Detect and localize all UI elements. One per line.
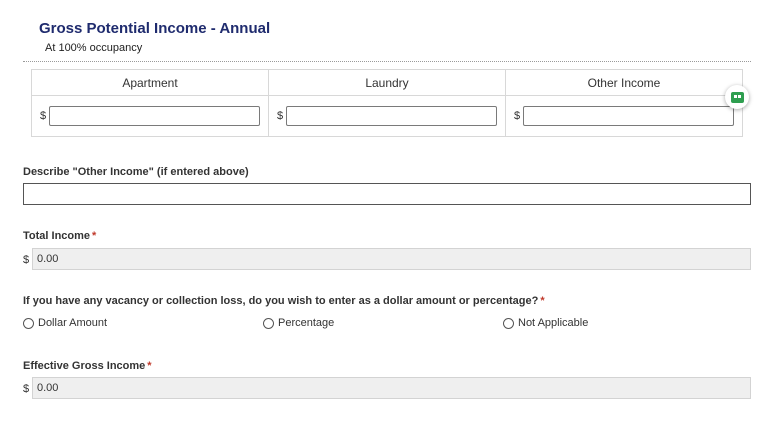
currency-prefix: $ xyxy=(514,110,521,122)
other-income-description-input[interactable] xyxy=(23,183,751,205)
assistant-button[interactable] xyxy=(725,85,749,109)
laundry-cell: $ xyxy=(268,95,506,137)
apartment-income-input[interactable] xyxy=(49,106,260,126)
radio-percentage[interactable]: Percentage xyxy=(263,317,334,329)
currency-prefix: $ xyxy=(277,110,284,122)
other-income-input[interactable] xyxy=(523,106,734,126)
currency-prefix: $ xyxy=(40,110,47,122)
required-mark: * xyxy=(147,360,152,372)
column-header-laundry: Laundry xyxy=(268,69,506,96)
radio-button-icon[interactable] xyxy=(503,317,514,329)
other-income-cell: $ xyxy=(505,95,743,137)
radio-label: Not Applicable xyxy=(518,317,589,329)
apartment-cell: $ xyxy=(31,95,269,137)
total-income-label: Total Income * xyxy=(23,230,96,242)
currency-prefix: $ xyxy=(23,383,30,395)
radio-dollar-amount[interactable]: Dollar Amount xyxy=(23,317,107,329)
other-income-description-label: Describe "Other Income" (if entered abov… xyxy=(23,166,249,178)
effective-gross-income-field: 0.00 xyxy=(32,377,751,399)
radio-label: Dollar Amount xyxy=(38,317,108,329)
assistant-icon xyxy=(730,91,744,103)
radio-label: Percentage xyxy=(278,317,335,329)
required-mark: * xyxy=(92,230,97,242)
required-mark: * xyxy=(540,295,545,307)
total-income-field: 0.00 xyxy=(32,248,751,270)
total-income-label-text: Total Income xyxy=(23,230,91,242)
column-header-other-income: Other Income xyxy=(505,69,743,96)
column-header-apartment: Apartment xyxy=(31,69,269,96)
vacancy-question-label: If you have any vacancy or collection lo… xyxy=(23,295,545,307)
income-table: Apartment Laundry Other Income $ $ $ xyxy=(31,69,743,137)
effective-gross-income-label: Effective Gross Income * xyxy=(23,360,152,372)
radio-button-icon[interactable] xyxy=(23,317,34,329)
section-divider xyxy=(23,61,751,62)
section-subtitle: At 100% occupancy xyxy=(45,42,143,54)
vacancy-question-text: If you have any vacancy or collection lo… xyxy=(23,295,539,307)
effective-gross-income-label-text: Effective Gross Income xyxy=(23,360,146,372)
section-title: Gross Potential Income - Annual xyxy=(39,20,271,37)
laundry-income-input[interactable] xyxy=(286,106,497,126)
radio-button-icon[interactable] xyxy=(263,317,274,329)
currency-prefix: $ xyxy=(23,254,30,266)
radio-not-applicable[interactable]: Not Applicable xyxy=(503,317,588,329)
